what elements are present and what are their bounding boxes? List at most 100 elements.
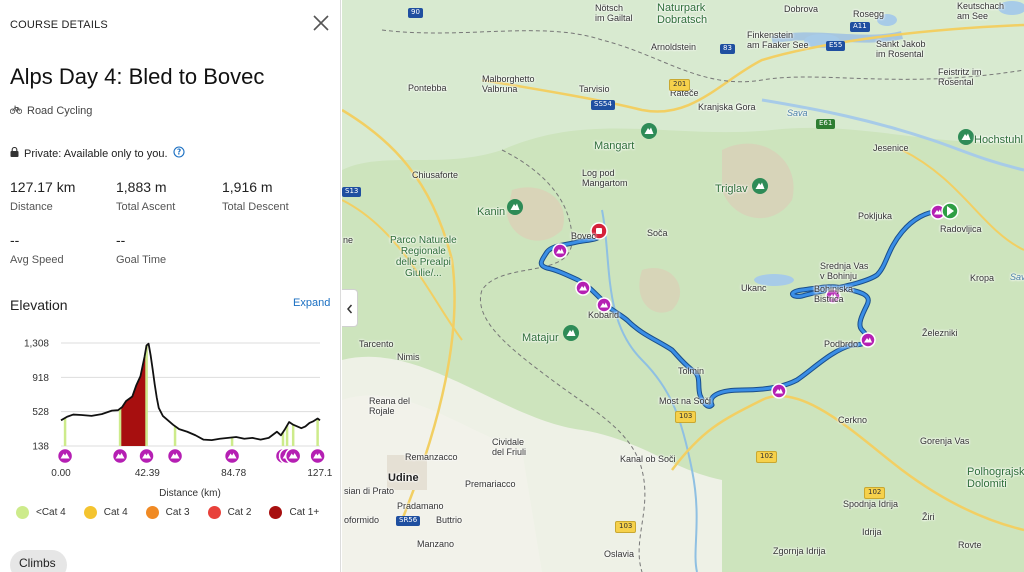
- stop-icon: [596, 228, 602, 234]
- peak-icon: [641, 123, 657, 139]
- road-shield: E61: [816, 119, 836, 129]
- legend-item: Cat 4: [83, 506, 128, 519]
- map-label: Oslavia: [604, 549, 635, 559]
- map-label: Finkenstein am Faaker See: [747, 30, 809, 50]
- course-details-panel: COURSE DETAILS Alps Day 4: Bled to Bovec…: [0, 0, 341, 572]
- legend-label: Cat 3: [165, 507, 190, 518]
- map-label: Rosegg: [853, 9, 885, 19]
- map-label: Zgornja Idrija: [773, 546, 826, 556]
- peak-icon: [507, 199, 523, 215]
- stat-value: 1,883 m: [116, 179, 167, 195]
- road-shield: 102: [756, 451, 778, 463]
- map-label: Idrija: [862, 527, 882, 537]
- map-label: Udine: [388, 472, 419, 484]
- mountain-icon: [138, 447, 155, 465]
- legend-label: Cat 1+: [289, 507, 320, 518]
- map-label: Cerkno: [838, 415, 868, 425]
- map-label: Reana del Rojale: [369, 396, 411, 416]
- map-label: Pokljuka: [858, 211, 893, 221]
- map-label: Feistritz im Rosental: [938, 67, 982, 87]
- stat-value: --: [116, 232, 126, 248]
- map-label: Bohinjska Bistrica: [814, 284, 854, 304]
- map-label: Gorenja Vas: [920, 436, 970, 446]
- map-label: Kropa: [970, 273, 995, 283]
- close-icon[interactable]: [311, 13, 331, 33]
- map-label: Tarcento: [359, 339, 394, 349]
- legend-dot: [269, 506, 283, 519]
- climb-marker-icon: [860, 332, 876, 348]
- y-tick-label: 528: [32, 407, 49, 418]
- elevation-chart[interactable]: 138 528 918 1,308 0.00 42.39 84.78 127.1 Distanc…: [0, 330, 341, 500]
- map-label: Keutschach am See: [957, 1, 1005, 21]
- road-shield: 83: [720, 44, 735, 54]
- elevation-title: Elevation: [10, 297, 68, 313]
- map-label: Premariacco: [465, 479, 516, 489]
- peak-icon: [752, 178, 768, 194]
- stat-total-descent: 1,916 m Total Descent: [222, 179, 289, 213]
- map-label: Sava: [787, 108, 808, 118]
- map-label: Buttrio: [436, 515, 463, 525]
- x-tick-label: 42.39: [135, 468, 160, 479]
- lock-icon: [10, 146, 19, 160]
- stat-goal-time: -- Goal Time: [116, 232, 166, 266]
- expand-link[interactable]: Expand: [293, 297, 330, 309]
- map-label: Mangart: [594, 140, 635, 152]
- start-marker-icon: [941, 202, 959, 220]
- map-label: Hochstuhl: [974, 134, 1023, 146]
- route-map[interactable]: Nötsch im Gailtal Naturpark Dobratsch Do…: [342, 0, 1024, 572]
- climbs-button[interactable]: Climbs: [10, 550, 67, 572]
- map-label: Parco Naturale Regionale delle Prealpi G…: [390, 235, 457, 279]
- mountain-icon: [284, 447, 302, 465]
- elevation-profile-line: [60, 342, 321, 442]
- map-label: Pontebba: [408, 83, 447, 93]
- road-shield: SS54: [591, 100, 615, 110]
- chevron-left-icon: [347, 304, 353, 314]
- stat-label: Goal Time: [116, 254, 167, 266]
- legend-item: Cat 1+: [269, 506, 319, 519]
- course-title: Alps Day 4: Bled to Bovec: [10, 64, 265, 89]
- map-label: Most na Soči: [659, 396, 712, 406]
- help-icon[interactable]: ?: [172, 146, 185, 161]
- map-label: Kobarid: [588, 310, 620, 320]
- sport-type: Road Cycling: [9, 105, 92, 117]
- y-tick-label: 138: [32, 442, 49, 453]
- climb-category-legend: <Cat 4 Cat 4 Cat 3 Cat 2 Cat 1+: [16, 506, 337, 519]
- legend-item: <Cat 4: [16, 506, 66, 519]
- map-label: Naturpark Dobratsch: [657, 2, 708, 27]
- climb-marker-icon: [771, 383, 787, 399]
- legend-item: Cat 3: [145, 506, 190, 519]
- mountain-icon: [111, 447, 129, 465]
- stat-avg-speed: -- Avg Speed: [10, 232, 64, 266]
- svg-text:?: ?: [176, 148, 180, 157]
- legend-label: <Cat 4: [36, 507, 66, 518]
- map-label: Pradamano: [397, 501, 444, 511]
- map-label: Sav: [1010, 272, 1024, 282]
- road-shield: 102: [864, 487, 886, 499]
- map-label: Triglav: [715, 183, 748, 195]
- map-label: Ukanc: [741, 283, 767, 293]
- map-label: Tolmin: [678, 366, 705, 376]
- legend-dot: [16, 506, 29, 519]
- map-label: Matajur: [522, 332, 559, 344]
- y-tick-label: 918: [32, 373, 49, 384]
- road-shield: E55: [826, 41, 846, 51]
- map-label: Srednja Vas v Bohinju: [820, 261, 869, 281]
- road-shield: S13: [342, 187, 362, 197]
- stat-label: Distance: [10, 201, 53, 213]
- road-shield: SR56: [396, 516, 421, 526]
- collapse-panel-button[interactable]: [342, 289, 358, 327]
- map-label: Nimis: [397, 352, 420, 362]
- x-tick-label: 84.78: [221, 468, 246, 479]
- mountain-icon: [56, 447, 74, 465]
- climb-marker-icon: [575, 280, 591, 296]
- map-label: ne: [343, 235, 354, 245]
- peak-icon: [958, 129, 974, 145]
- map-label: Cividale del Friuli: [492, 437, 527, 457]
- mountain-icon: [309, 447, 326, 465]
- legend-dot: [145, 506, 159, 519]
- stat-label: Total Descent: [222, 201, 289, 213]
- panel-header: COURSE DETAILS: [10, 19, 108, 31]
- road-shield: 201: [669, 79, 691, 91]
- legend-item: Cat 2: [207, 506, 251, 519]
- map-label: Spodnja Idrija: [843, 499, 899, 509]
